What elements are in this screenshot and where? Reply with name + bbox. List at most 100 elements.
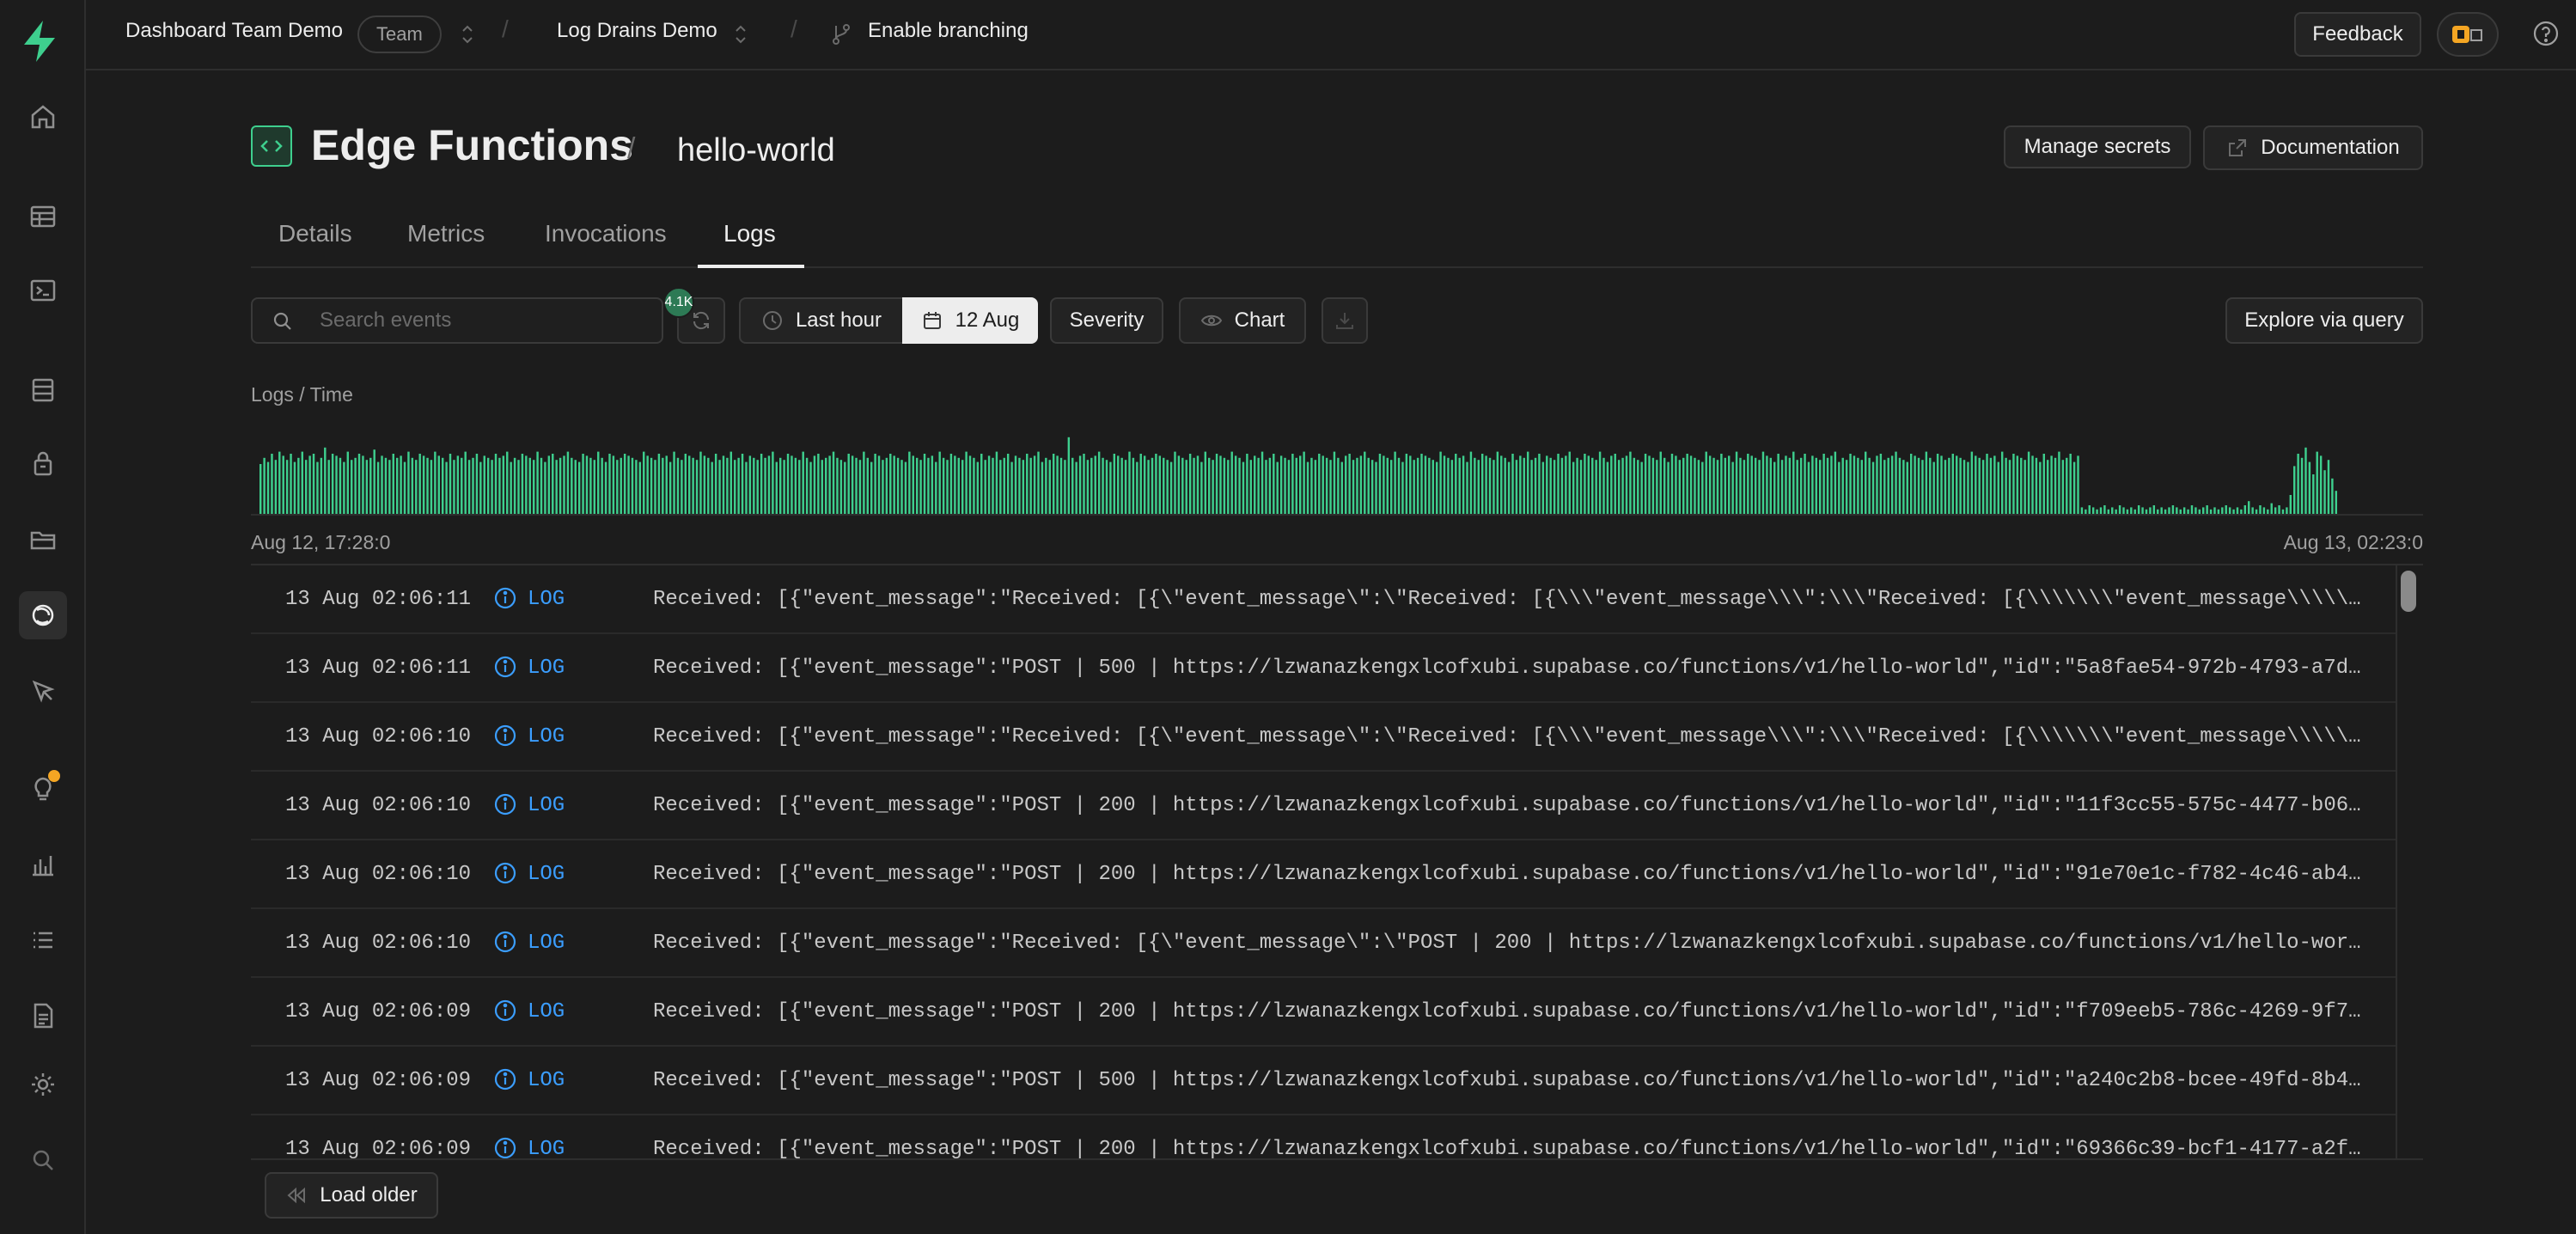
chart-bar[interactable] — [858, 460, 862, 516]
chart-bar[interactable] — [650, 457, 653, 516]
chart-bar[interactable] — [737, 457, 740, 516]
chart-bar[interactable] — [1678, 460, 1682, 516]
chart-bar[interactable] — [1181, 457, 1184, 516]
notifications-button[interactable] — [2437, 12, 2499, 57]
sql-editor-icon[interactable] — [19, 266, 67, 315]
chart-bar[interactable] — [369, 457, 372, 516]
chart-bar[interactable] — [612, 455, 615, 516]
chart-bar[interactable] — [839, 460, 843, 516]
chart-bar[interactable] — [297, 457, 300, 516]
chart-bar[interactable] — [1705, 451, 1707, 516]
chart-bar[interactable] — [1291, 454, 1294, 516]
logs-list-icon[interactable] — [19, 916, 67, 964]
chart-bar[interactable] — [1208, 457, 1211, 516]
chart-bar[interactable] — [1500, 455, 1503, 516]
chart-bar[interactable] — [1716, 460, 1719, 516]
chart-bar[interactable] — [1177, 455, 1181, 516]
api-docs-icon[interactable] — [19, 992, 67, 1040]
chart-bar[interactable] — [1230, 451, 1233, 516]
chart-bar[interactable] — [1515, 460, 1518, 516]
chart-bar[interactable] — [1174, 451, 1176, 516]
chart-bar[interactable] — [813, 455, 816, 516]
chart-bar[interactable] — [453, 460, 455, 516]
chart-bar[interactable] — [1477, 460, 1480, 516]
edge-functions-icon[interactable] — [19, 591, 67, 639]
chart-bar[interactable] — [411, 457, 414, 516]
chart-bar[interactable] — [525, 455, 528, 516]
chart-bar[interactable] — [290, 454, 292, 516]
chart-bar[interactable] — [1447, 457, 1450, 516]
chart-bar[interactable] — [2054, 457, 2057, 516]
chart-bar[interactable] — [984, 460, 986, 516]
chart-bar[interactable] — [1071, 457, 1074, 516]
chart-bar[interactable] — [775, 461, 778, 516]
chart-bar[interactable] — [976, 461, 980, 516]
chart-bar[interactable] — [866, 457, 869, 516]
chart-bar[interactable] — [1830, 455, 1833, 516]
chart-bar[interactable] — [893, 455, 895, 516]
chart-bar[interactable] — [882, 460, 884, 516]
chart-bar[interactable] — [1394, 451, 1396, 516]
chart-bar[interactable] — [1333, 451, 1336, 516]
load-older-button[interactable]: Load older — [265, 1172, 438, 1219]
chart-bar[interactable] — [1853, 455, 1856, 516]
tab-details[interactable]: Details — [278, 220, 352, 247]
chart-bar[interactable] — [1761, 451, 1765, 516]
chart-bar[interactable] — [1022, 460, 1025, 516]
chart-bar[interactable] — [1109, 461, 1112, 516]
chart-bar[interactable] — [415, 460, 418, 516]
chart-bar[interactable] — [1883, 460, 1886, 516]
chart-bar[interactable] — [1997, 461, 1999, 516]
chart-bar[interactable] — [1879, 454, 1883, 516]
chart-bar[interactable] — [817, 454, 820, 516]
chart-bar[interactable] — [1003, 457, 1005, 516]
chart-bar[interactable] — [1584, 454, 1586, 516]
chart-bar[interactable] — [293, 461, 296, 516]
chart-bar[interactable] — [1769, 457, 1773, 516]
chart-bar[interactable] — [1689, 455, 1693, 516]
settings-gear-icon[interactable] — [19, 1060, 67, 1109]
chart-bar[interactable] — [1565, 455, 1567, 516]
chart-bar[interactable] — [1621, 457, 1624, 516]
chart-bar[interactable] — [2331, 478, 2334, 516]
chart-bar[interactable] — [263, 457, 266, 516]
chart-bar[interactable] — [285, 460, 289, 516]
chart-bar[interactable] — [1902, 460, 1905, 516]
chart-bar[interactable] — [491, 460, 493, 516]
chart-bar[interactable] — [946, 460, 949, 516]
chart-bar[interactable] — [885, 457, 888, 516]
chart-bar[interactable] — [1993, 455, 1996, 516]
search-input[interactable] — [320, 308, 646, 333]
chart-bar[interactable] — [1951, 454, 1954, 516]
chart-bar[interactable] — [350, 460, 353, 516]
chart-bar[interactable] — [912, 455, 914, 516]
chart-bar[interactable] — [1766, 455, 1768, 516]
chart-bar[interactable] — [362, 455, 364, 516]
documentation-button[interactable]: Documentation — [2203, 125, 2423, 170]
chart-bar[interactable] — [536, 451, 539, 516]
chart-bar[interactable] — [1799, 457, 1803, 516]
chart-bar[interactable] — [745, 461, 748, 516]
chart-bar[interactable] — [1890, 455, 1894, 516]
chart-bar[interactable] — [1097, 451, 1101, 516]
chart-bar[interactable] — [695, 460, 699, 516]
chart-bar[interactable] — [1526, 451, 1529, 516]
chart-bar[interactable] — [1712, 457, 1715, 516]
chart-bar[interactable] — [1708, 455, 1712, 516]
chart-bar[interactable] — [327, 460, 330, 516]
chart-bar[interactable] — [2035, 457, 2038, 516]
chart-bar[interactable] — [2050, 455, 2053, 516]
chart-bar[interactable] — [479, 461, 482, 516]
chart-bar[interactable] — [574, 460, 577, 516]
chart-bar[interactable] — [1128, 451, 1131, 516]
chart-bar[interactable] — [1299, 455, 1302, 516]
chart-bar[interactable] — [1401, 461, 1404, 516]
advisors-lightbulb-icon[interactable] — [19, 765, 67, 813]
chart-bar[interactable] — [365, 460, 369, 516]
chart-bar[interactable] — [384, 457, 388, 516]
chart-bar[interactable] — [1633, 457, 1636, 516]
chart-bar[interactable] — [456, 455, 460, 516]
chart-bar[interactable] — [1340, 461, 1344, 516]
chart-bar[interactable] — [2072, 461, 2076, 516]
chart-bar[interactable] — [1682, 457, 1685, 516]
